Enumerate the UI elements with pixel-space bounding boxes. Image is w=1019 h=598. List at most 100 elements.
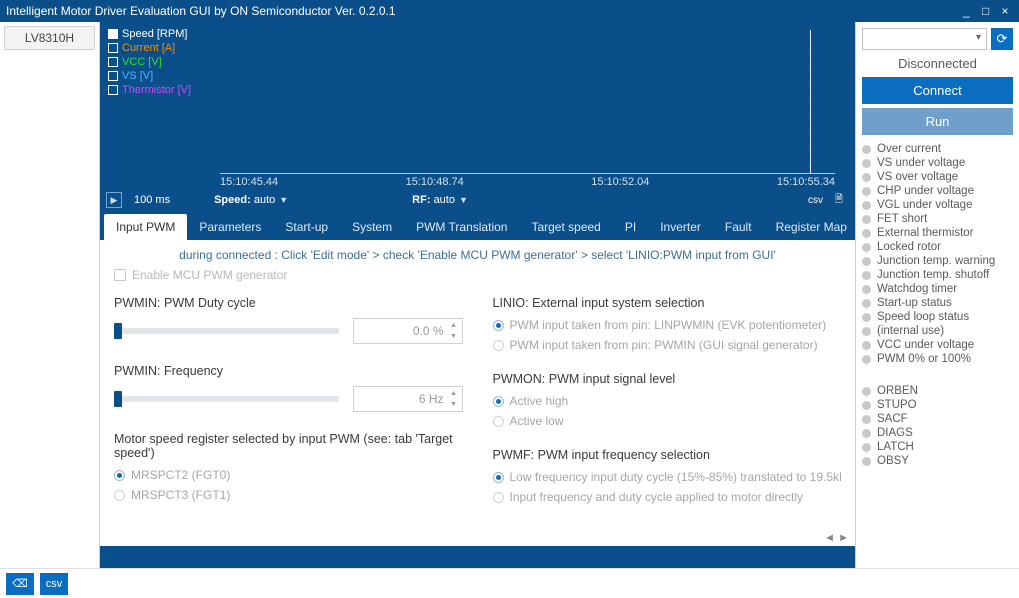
legend-label: VS [V]: [122, 70, 153, 82]
legend-checkbox[interactable]: [108, 71, 118, 81]
close-icon[interactable]: ×: [997, 4, 1013, 18]
status-label: Start-up status: [877, 297, 952, 309]
csv-log-button[interactable]: csv: [40, 573, 68, 595]
status-label: Locked rotor: [877, 241, 941, 253]
tab-target-speed[interactable]: Target speed: [519, 214, 612, 240]
tab-start-up[interactable]: Start-up: [273, 214, 340, 240]
tab-inverter[interactable]: Inverter: [648, 214, 713, 240]
pwmf-lowfreq-radio[interactable]: [493, 472, 504, 483]
spin-down-icon[interactable]: ▼: [448, 399, 460, 410]
status-label: External thermistor: [877, 227, 974, 239]
pwmin-freq-label: PWMIN: Frequency: [114, 364, 463, 378]
pwmf-opt2-label: Input frequency and duty cycle applied t…: [510, 490, 804, 504]
play-icon[interactable]: ▶: [106, 192, 122, 208]
status-item: LATCH: [862, 441, 1013, 453]
pwmon-opt1-label: Active high: [510, 394, 569, 408]
enable-mcu-pwm-checkbox[interactable]: [114, 269, 126, 281]
status-label: PWM 0% or 100%: [877, 353, 971, 365]
legend-checkbox[interactable]: [108, 29, 118, 39]
chart-interval[interactable]: 100 ms: [134, 194, 170, 206]
maximize-icon[interactable]: □: [978, 4, 994, 18]
status-item: Junction temp. warning: [862, 255, 1013, 267]
status-label: VCC under voltage: [877, 339, 974, 351]
tab-parameters[interactable]: Parameters: [187, 214, 273, 240]
chart-toolbar: ▶ 100 ms Speed: auto▼ RF: auto▼ csv 🗎: [106, 190, 843, 210]
legend-item[interactable]: Thermistor [V]: [108, 84, 191, 96]
status-item: VS over voltage: [862, 171, 1013, 183]
status-item: PWM 0% or 100%: [862, 353, 1013, 365]
csv-export-icon[interactable]: csv: [808, 195, 823, 206]
pwmon-active-high-radio[interactable]: [493, 396, 504, 407]
status-dot-icon: [862, 401, 871, 410]
legend-checkbox[interactable]: [108, 85, 118, 95]
status-label: Junction temp. warning: [877, 255, 995, 267]
mrspct2-label: MRSPCT2 (FGT0): [131, 468, 230, 482]
status-item: SACF: [862, 413, 1013, 425]
spin-up-icon[interactable]: ▲: [448, 388, 460, 399]
status-dot-icon: [862, 355, 871, 364]
device-tab[interactable]: LV8310H: [4, 26, 95, 50]
title-bar: Intelligent Motor Driver Evaluation GUI …: [0, 0, 1019, 22]
minimize-icon[interactable]: _: [958, 4, 974, 18]
scrollbar-horizontal[interactable]: ◄ ►: [824, 532, 849, 544]
tab-system[interactable]: System: [340, 214, 404, 240]
status-item: (internal use): [862, 325, 1013, 337]
rf-value[interactable]: auto: [434, 194, 455, 206]
save-icon[interactable]: 🗎: [835, 192, 843, 209]
spin-up-icon[interactable]: ▲: [448, 320, 460, 331]
tab-pi[interactable]: PI: [613, 214, 648, 240]
status-dot-icon: [862, 429, 871, 438]
linio-pin-linpwmin-radio[interactable]: [493, 320, 504, 331]
status-dot-icon: [862, 229, 871, 238]
legend-item[interactable]: VS [V]: [108, 70, 191, 82]
connect-button[interactable]: Connect: [862, 77, 1013, 104]
pwmon-active-low-radio[interactable]: [493, 416, 504, 427]
tab-input-pwm[interactable]: Input PWM: [104, 214, 187, 240]
status-dot-icon: [862, 285, 871, 294]
legend-checkbox[interactable]: [108, 43, 118, 53]
tab-register-map[interactable]: Register Map: [764, 214, 859, 240]
eraser-icon[interactable]: ⌫: [6, 573, 34, 595]
mrspct3-label: MRSPCT3 (FGT1): [131, 488, 230, 502]
status-label: ORBEN: [877, 385, 918, 397]
motor-speed-reg-label: Motor speed register selected by input P…: [114, 432, 463, 460]
status-item: External thermistor: [862, 227, 1013, 239]
status-item: VGL under voltage: [862, 199, 1013, 211]
tab-fault[interactable]: Fault: [713, 214, 764, 240]
xaxis-tick: 15:10:55.34: [777, 176, 835, 190]
status-dot-icon: [862, 341, 871, 350]
status-label: LATCH: [877, 441, 914, 453]
xaxis-tick: 15:10:45.44: [220, 176, 278, 190]
linio-pin-pwmin-radio[interactable]: [493, 340, 504, 351]
legend-label: VCC [V]: [122, 56, 162, 68]
linio-label: LINIO: External input system selection: [493, 296, 842, 310]
pwmin-freq-slider[interactable]: [114, 396, 339, 402]
pwmin-duty-slider[interactable]: [114, 328, 339, 334]
speed-mode-value[interactable]: auto: [254, 194, 275, 206]
legend-checkbox[interactable]: [108, 57, 118, 67]
speed-mode-label: Speed:: [214, 194, 251, 206]
status-item: STUPO: [862, 399, 1013, 411]
linio-opt2-label: PWM input taken from pin: PWMIN (GUI sig…: [510, 338, 818, 352]
status-dot-icon: [862, 299, 871, 308]
legend-item[interactable]: VCC [V]: [108, 56, 191, 68]
tab-pwm-translation[interactable]: PWM Translation: [404, 214, 519, 240]
refresh-icon[interactable]: ⟳: [991, 28, 1013, 50]
status-dot-icon: [862, 457, 871, 466]
port-select[interactable]: [862, 28, 987, 50]
pwmin-duty-label: PWMIN: PWM Duty cycle: [114, 296, 463, 310]
pwmin-duty-input[interactable]: 0.0 % ▲▼: [353, 318, 463, 344]
pwmin-freq-input[interactable]: 6 Hz ▲▼: [353, 386, 463, 412]
legend-label: Speed [RPM]: [122, 28, 187, 40]
legend-item[interactable]: Current [A]: [108, 42, 191, 54]
chart-plot[interactable]: [220, 30, 835, 174]
run-button[interactable]: Run: [862, 108, 1013, 135]
pwmf-direct-radio[interactable]: [493, 492, 504, 503]
status-dot-icon: [862, 187, 871, 196]
mrspct3-radio[interactable]: [114, 490, 125, 501]
status-item: Speed loop status: [862, 311, 1013, 323]
status-dot-icon: [862, 271, 871, 280]
mrspct2-radio[interactable]: [114, 470, 125, 481]
legend-item[interactable]: Speed [RPM]: [108, 28, 191, 40]
spin-down-icon[interactable]: ▼: [448, 331, 460, 342]
